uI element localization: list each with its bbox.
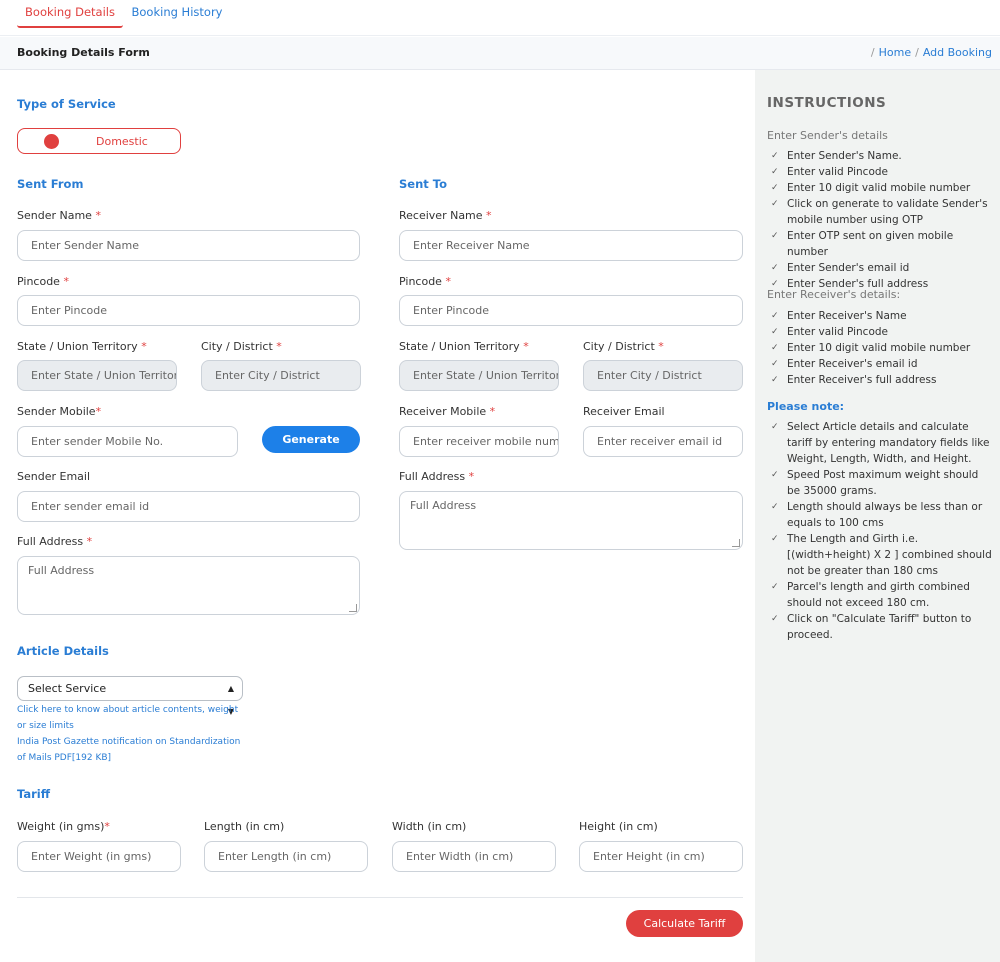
- instructions-title: INSTRUCTIONS: [767, 95, 887, 111]
- tariff-heading: Tariff: [17, 787, 51, 801]
- page-title: Booking Details Form: [17, 46, 150, 59]
- receiver-state-input[interactable]: Enter State / Union Territory: [399, 360, 559, 391]
- list-item: Click on generate to validate Sender's m…: [771, 196, 993, 228]
- receiver-city-input[interactable]: Enter City / District: [583, 360, 743, 391]
- list-item: Enter OTP sent on given mobile number: [771, 228, 993, 260]
- receiver-instructions-heading: Enter Receiver's details:: [767, 288, 901, 301]
- length-input[interactable]: Enter Length (in cm): [204, 841, 368, 872]
- sender-instructions-heading: Enter Sender's details: [767, 129, 888, 142]
- receiver-name-label: Receiver Name *: [399, 209, 492, 222]
- list-item: Enter valid Pincode: [771, 164, 993, 180]
- receiver-address-label: Full Address *: [399, 470, 475, 483]
- list-item: Speed Post maximum weight should be 3500…: [771, 467, 993, 499]
- sender-mobile-input[interactable]: Enter sender Mobile No.: [17, 426, 238, 457]
- sender-state-input[interactable]: Enter State / Union Territory: [17, 360, 177, 391]
- weight-label: Weight (in gms)*: [17, 820, 110, 833]
- tab-booking-history[interactable]: Booking History: [127, 0, 227, 28]
- top-tabs: Booking Details Booking History: [0, 0, 1000, 36]
- list-item: Enter 10 digit valid mobile number: [771, 180, 993, 196]
- receiver-name-input[interactable]: Enter Receiver Name: [399, 230, 743, 261]
- receiver-mobile-label: Receiver Mobile *: [399, 405, 496, 418]
- tab-booking-details[interactable]: Booking Details: [17, 0, 123, 28]
- length-label: Length (in cm): [204, 820, 285, 833]
- resize-grip-icon[interactable]: [732, 539, 740, 547]
- list-item: Enter Receiver's Name: [771, 308, 993, 324]
- width-input[interactable]: Enter Width (in cm): [392, 841, 556, 872]
- width-label: Width (in cm): [392, 820, 467, 833]
- list-item: The Length and Girth i.e. [(width+height…: [771, 531, 993, 579]
- toggle-knob: [44, 134, 59, 149]
- article-limits-link[interactable]: Click here to know about article content…: [17, 702, 249, 734]
- receiver-address-placeholder: Full Address: [410, 499, 477, 512]
- list-item: Enter Receiver's full address: [771, 372, 993, 388]
- receiver-instructions-list: Enter Receiver's Name Enter valid Pincod…: [771, 308, 993, 388]
- receiver-address-textarea[interactable]: Full Address: [399, 491, 743, 550]
- domestic-label: Domestic: [96, 135, 148, 148]
- service-select-value: Select Service: [28, 682, 107, 695]
- note-instructions-list: Select Article details and calculate tar…: [771, 419, 993, 643]
- list-item: Enter Sender's Name.: [771, 148, 993, 164]
- breadcrumb-separator: /: [915, 46, 919, 59]
- list-item: Length should always be less than or equ…: [771, 499, 993, 531]
- receiver-email-input[interactable]: Enter receiver email id: [583, 426, 743, 457]
- sender-pincode-input[interactable]: Enter Pincode: [17, 295, 360, 326]
- article-details-heading: Article Details: [17, 644, 109, 658]
- sender-address-label: Full Address *: [17, 535, 93, 548]
- sender-pincode-label: Pincode *: [17, 275, 69, 288]
- breadcrumb-bar: Booking Details Form / Home / Add Booking: [0, 37, 1000, 70]
- sender-city-label: City / District *: [201, 340, 282, 353]
- service-select[interactable]: Select Service ▲ ▼: [17, 676, 243, 716]
- receiver-mobile-input[interactable]: Enter receiver mobile number: [399, 426, 559, 457]
- instructions-panel: INSTRUCTIONS Enter Sender's details Ente…: [755, 70, 1000, 962]
- list-item: Enter valid Pincode: [771, 324, 993, 340]
- sent-from-heading: Sent From: [17, 177, 84, 191]
- please-note-heading: Please note:: [767, 400, 845, 413]
- breadcrumb-add-booking-link[interactable]: Add Booking: [923, 46, 992, 59]
- list-item: Parcel's length and girth combined shoul…: [771, 579, 993, 611]
- sender-address-textarea[interactable]: Full Address: [17, 556, 360, 615]
- height-input[interactable]: Enter Height (in cm): [579, 841, 743, 872]
- breadcrumb-home-link[interactable]: Home: [879, 46, 911, 59]
- list-item: Enter Receiver's email id: [771, 356, 993, 372]
- receiver-state-label: State / Union Territory *: [399, 340, 529, 353]
- weight-input[interactable]: Enter Weight (in gms): [17, 841, 181, 872]
- sender-name-label: Sender Name *: [17, 209, 101, 222]
- sender-name-input[interactable]: Enter Sender Name: [17, 230, 360, 261]
- sender-city-input[interactable]: Enter City / District: [201, 360, 361, 391]
- sender-email-label: Sender Email: [17, 470, 91, 483]
- list-item: Enter Sender's email id: [771, 260, 993, 276]
- generate-otp-button[interactable]: Generate: [262, 426, 360, 453]
- breadcrumb: / Home / Add Booking: [867, 46, 992, 59]
- type-of-service-heading: Type of Service: [17, 97, 116, 111]
- sender-mobile-label: Sender Mobile*: [17, 405, 102, 418]
- sender-email-input[interactable]: Enter sender email id: [17, 491, 360, 522]
- domestic-toggle[interactable]: Domestic: [17, 128, 181, 154]
- sender-address-placeholder: Full Address: [28, 564, 95, 577]
- receiver-email-label: Receiver Email: [583, 405, 665, 418]
- calculate-tariff-button[interactable]: Calculate Tariff: [626, 910, 743, 937]
- list-item: Enter 10 digit valid mobile number: [771, 340, 993, 356]
- receiver-pincode-input[interactable]: Enter Pincode: [399, 295, 743, 326]
- breadcrumb-separator: /: [870, 46, 875, 59]
- gazette-pdf-link[interactable]: India Post Gazette notification on Stand…: [17, 734, 249, 766]
- sent-to-heading: Sent To: [399, 177, 447, 191]
- sender-instructions-list: Enter Sender's Name. Enter valid Pincode…: [771, 148, 993, 292]
- list-item: Select Article details and calculate tar…: [771, 419, 993, 467]
- resize-grip-icon[interactable]: [349, 604, 357, 612]
- receiver-pincode-label: Pincode *: [399, 275, 451, 288]
- height-label: Height (in cm): [579, 820, 658, 833]
- list-item: Click on "Calculate Tariff" button to pr…: [771, 611, 993, 643]
- form-divider: [17, 897, 743, 898]
- sender-state-label: State / Union Territory *: [17, 340, 147, 353]
- receiver-city-label: City / District *: [583, 340, 664, 353]
